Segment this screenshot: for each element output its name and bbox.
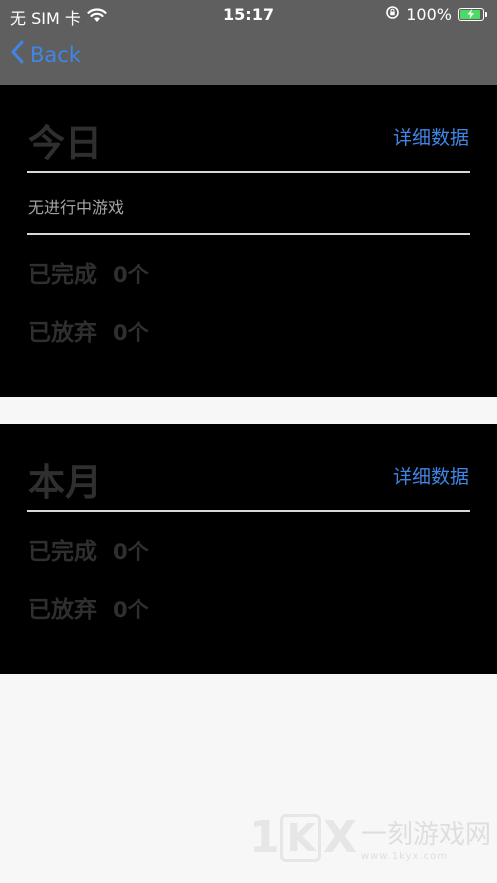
today-completed-label: 已完成 bbox=[28, 262, 97, 288]
today-divider-top bbox=[27, 171, 470, 173]
back-button[interactable]: Back bbox=[10, 40, 81, 69]
watermark-url: www.1kyx.com bbox=[360, 850, 448, 862]
back-label: Back bbox=[30, 42, 81, 67]
month-abandoned-row: 已放弃 0个 bbox=[28, 590, 149, 624]
battery-cap bbox=[485, 12, 487, 17]
today-detail-link[interactable]: 详细数据 bbox=[393, 123, 469, 150]
status-bar: 无 SIM 卡 15:17 100% bbox=[0, 0, 497, 30]
month-completed-row: 已完成 0个 bbox=[28, 532, 149, 566]
navigation-bar: Back bbox=[0, 36, 497, 76]
today-divider-bottom bbox=[27, 233, 470, 235]
month-divider bbox=[27, 510, 470, 512]
today-abandoned-row: 已放弃 0个 bbox=[28, 313, 149, 347]
today-abandoned-label: 已放弃 bbox=[28, 320, 97, 346]
month-card: 本月 详细数据 已完成 0个 已放弃 0个 bbox=[0, 424, 497, 674]
month-title: 本月 bbox=[28, 461, 102, 504]
today-completed-row: 已完成 0个 bbox=[28, 255, 149, 289]
status-right-group: 100% bbox=[385, 5, 487, 24]
today-title: 今日 bbox=[28, 122, 102, 165]
month-completed-label: 已完成 bbox=[28, 539, 97, 565]
1kyx-logo-icon: 1KX bbox=[248, 812, 357, 863]
battery-icon bbox=[458, 8, 484, 21]
screen: 无 SIM 卡 15:17 100% Back 今日 详细数据 无进行中游戏 已… bbox=[0, 0, 497, 883]
month-abandoned-value: 0个 bbox=[113, 598, 149, 622]
battery-percent: 100% bbox=[406, 5, 452, 24]
month-completed-value: 0个 bbox=[113, 540, 149, 564]
today-card: 今日 详细数据 无进行中游戏 已完成 0个 已放弃 0个 bbox=[0, 85, 497, 397]
month-detail-link[interactable]: 详细数据 bbox=[393, 462, 469, 489]
month-abandoned-label: 已放弃 bbox=[28, 597, 97, 623]
top-bar: 无 SIM 卡 15:17 100% Back bbox=[0, 0, 497, 85]
watermark-site-name: 一刻游戏网 bbox=[360, 819, 491, 850]
chevron-left-icon bbox=[10, 40, 24, 69]
orientation-lock-icon bbox=[385, 5, 400, 24]
watermark-text: 一刻游戏网 www.1kyx.com bbox=[361, 814, 491, 862]
charging-bolt-icon bbox=[467, 9, 474, 19]
today-completed-value: 0个 bbox=[113, 263, 149, 287]
no-game-text: 无进行中游戏 bbox=[28, 198, 125, 217]
today-abandoned-value: 0个 bbox=[113, 321, 149, 345]
watermark: 1KX 一刻游戏网 www.1kyx.com bbox=[249, 812, 491, 863]
